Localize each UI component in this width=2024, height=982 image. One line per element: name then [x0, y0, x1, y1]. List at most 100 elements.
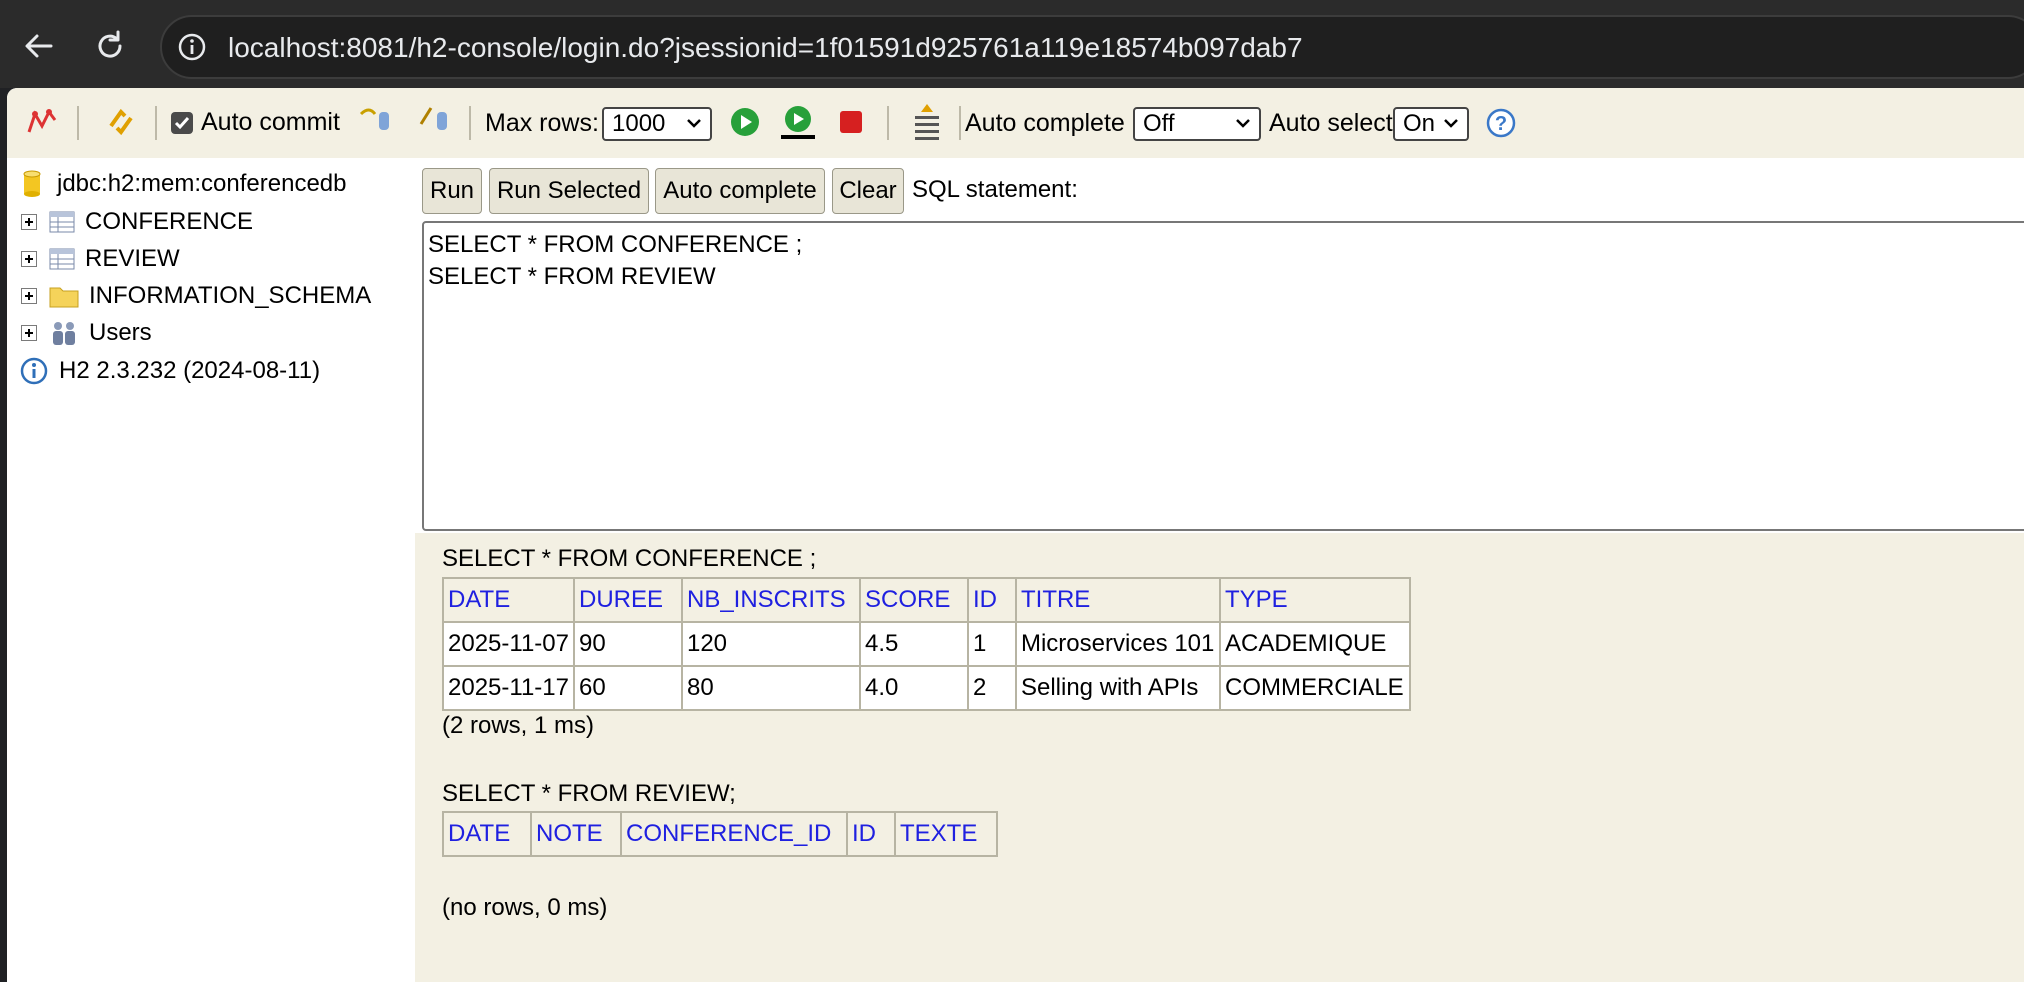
tree-item-conference[interactable]: CONFERENCE [21, 206, 253, 238]
history-button[interactable] [911, 102, 943, 142]
results-panel: SELECT * FROM CONFERENCE ; DATE DUREE NB… [415, 533, 2024, 982]
site-info-icon[interactable] [176, 31, 208, 63]
tree-item-users[interactable]: Users [21, 317, 152, 349]
toolbar: Auto commit Max rows: 1000 Auto complete… [7, 88, 2024, 159]
commit-icon [419, 107, 447, 130]
result-statement: SELECT * FROM REVIEW; [442, 780, 736, 807]
version-label: H2 2.3.232 (2024-08-11) [59, 357, 321, 384]
auto-commit-checkbox[interactable] [171, 111, 193, 134]
tree-item-information-schema[interactable]: INFORMATION_SCHEMA [21, 280, 371, 312]
column-header[interactable]: SCORE [858, 577, 969, 623]
column-header[interactable]: DUREE [572, 577, 683, 623]
reload-button[interactable] [82, 18, 138, 74]
expand-icon[interactable] [21, 214, 37, 230]
tree-item-label: CONFERENCE [85, 208, 254, 235]
auto-select-label-wrap: Auto select [1269, 109, 1393, 138]
max-rows-label-wrap: Max rows: [485, 109, 599, 138]
disconnect-button[interactable] [25, 106, 59, 140]
table-icon [49, 211, 75, 233]
auto-select-select[interactable]: On [1393, 107, 1469, 141]
sql-statement-label: SQL statement: [912, 176, 1078, 203]
tree-connection[interactable]: jdbc:h2:mem:conferencedb [21, 168, 347, 200]
column-header[interactable]: DATE [442, 811, 532, 857]
chevron-down-icon [687, 119, 701, 128]
auto-complete-button[interactable]: Auto complete [655, 168, 825, 214]
rollback-icon [359, 108, 389, 130]
toolbar-divider [887, 106, 889, 140]
query-panel: Run Run Selected Auto complete Clear SQL… [415, 158, 2024, 531]
toolbar-divider [77, 106, 79, 140]
run-selected-label: Run Selected [496, 177, 642, 204]
review-result-table: DATE NOTE CONFERENCE_ID ID TEXTE [442, 811, 998, 857]
sql-editor[interactable]: SELECT * FROM CONFERENCE ; SELECT * FROM… [422, 221, 2024, 531]
expand-icon[interactable] [21, 288, 37, 304]
table-cell: 120 [680, 621, 861, 667]
execute-selected-button[interactable] [779, 104, 817, 140]
chevron-down-icon [1444, 119, 1458, 128]
auto-complete-select[interactable]: Off [1133, 107, 1261, 141]
result-statement: SELECT * FROM CONFERENCE ; [442, 545, 817, 572]
clear-button[interactable]: Clear [832, 168, 904, 214]
expand-icon[interactable] [21, 251, 37, 267]
table-cell: Microservices 101 [1014, 621, 1221, 667]
help-button[interactable]: ? [1485, 107, 1517, 139]
back-button[interactable] [11, 18, 67, 74]
run-button-label: Run [429, 177, 475, 204]
stop-icon [840, 111, 862, 133]
table-row: 2025-11-07 90 120 4.5 1 Microservices 10… [442, 621, 1411, 667]
table-cell: ACADEMIQUE [1218, 621, 1411, 667]
result-summary: (2 rows, 1 ms) [442, 712, 595, 739]
url-text[interactable]: localhost:8081/h2-console/login.do?jsess… [228, 32, 1303, 64]
column-header[interactable]: DATE [442, 577, 575, 623]
table-header-row: DATE NOTE CONFERENCE_ID ID TEXTE [442, 811, 998, 857]
run-button[interactable]: Run [422, 168, 482, 214]
auto-commit-label: Auto commit [201, 108, 340, 136]
table-cell: Selling with APIs [1014, 665, 1221, 711]
cancel-statement-button[interactable] [837, 108, 865, 136]
toolbar-divider [959, 106, 961, 140]
column-header[interactable]: ID [966, 577, 1017, 623]
auto-complete-value: Off [1143, 110, 1175, 137]
execute-button[interactable] [729, 106, 761, 138]
table-row: 2025-11-17 60 80 4.0 2 Selling with APIs… [442, 665, 1411, 711]
tree-item-review[interactable]: REVIEW [21, 243, 180, 275]
run-selected-button[interactable]: Run Selected [489, 168, 649, 214]
help-icon: ? [1486, 108, 1516, 138]
back-arrow-icon [25, 34, 53, 58]
column-header[interactable]: ID [846, 811, 896, 857]
checkmark-icon [174, 116, 190, 129]
max-rows-value: 1000 [612, 110, 666, 137]
tree-item-label: Users [89, 319, 152, 346]
column-header[interactable]: CONFERENCE_ID [620, 811, 848, 857]
auto-complete-label: Auto complete [965, 109, 1125, 137]
column-header[interactable]: TYPE [1218, 577, 1411, 623]
auto-commit-toggle[interactable]: Auto commit [171, 108, 340, 137]
column-header[interactable]: NOTE [530, 811, 622, 857]
auto-select-value: On [1403, 110, 1436, 137]
address-bar[interactable]: localhost:8081/h2-console/login.do?jsess… [160, 15, 2024, 79]
table-cell: COMMERCIALE [1218, 665, 1411, 711]
reload-icon [98, 30, 122, 58]
h2-console-page: Auto commit Max rows: 1000 Auto complete… [7, 88, 2024, 982]
rollback-button[interactable] [357, 104, 393, 134]
database-icon [23, 170, 41, 197]
max-rows-select[interactable]: 1000 [602, 107, 712, 141]
expand-icon[interactable] [21, 325, 37, 341]
refresh-button[interactable] [103, 104, 139, 140]
column-header[interactable]: TEXTE [894, 811, 998, 857]
schema-tree: jdbc:h2:mem:conferencedb CONFERENCE REVI… [7, 158, 415, 982]
result-summary: (no rows, 0 ms) [442, 894, 608, 921]
auto-complete-button-label: Auto complete [663, 177, 817, 204]
table-cell: 80 [680, 665, 861, 711]
help-glyph: ? [1495, 113, 1507, 135]
table-cell: 1 [966, 621, 1017, 667]
max-rows-label: Max rows: [485, 109, 599, 137]
toolbar-divider [155, 106, 157, 140]
commit-button[interactable] [417, 104, 453, 134]
column-header[interactable]: NB_INSCRITS [680, 577, 861, 623]
info-icon [20, 357, 48, 385]
conference-result-table: DATE DUREE NB_INSCRITS SCORE ID TITRE TY… [442, 577, 1411, 711]
column-header[interactable]: TITRE [1014, 577, 1221, 623]
chevron-down-icon [1236, 119, 1250, 128]
table-cell: 60 [572, 665, 683, 711]
